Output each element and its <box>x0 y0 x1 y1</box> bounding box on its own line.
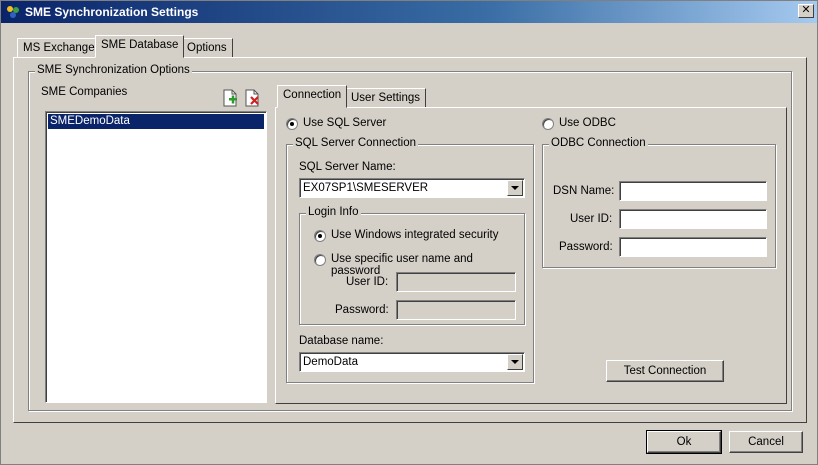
odbc-password-input[interactable] <box>619 237 767 257</box>
close-button[interactable]: ✕ <box>798 4 814 18</box>
ok-button[interactable]: Ok <box>646 430 722 454</box>
test-connection-label: Test Connection <box>623 365 707 377</box>
add-company-button[interactable] <box>221 89 239 107</box>
test-connection-button[interactable]: Test Connection <box>606 360 724 382</box>
use-odbc-label: Use ODBC <box>559 117 616 129</box>
sql-server-name-value: EX07SP1\SMESERVER <box>303 182 429 194</box>
tab-label: MS Exchange <box>23 42 95 54</box>
sql-connection-legend: SQL Server Connection <box>293 137 419 149</box>
companies-list[interactable]: SMEDemoData <box>45 111 267 403</box>
windows-auth-label: Use Windows integrated security <box>331 229 499 241</box>
chevron-down-icon[interactable] <box>507 354 523 370</box>
tab-label: User Settings <box>351 92 421 104</box>
window-title: SME Synchronization Settings <box>25 5 199 19</box>
tab-label: Connection <box>283 89 342 101</box>
odbc-connection-legend: ODBC Connection <box>549 137 648 149</box>
odbc-connection-group: ODBC Connection DSN Name: User ID: Passw… <box>542 137 776 268</box>
sme-database-panel: SME Synchronization Options SME Companie… <box>13 57 807 423</box>
odbc-password-label: Password: <box>559 241 613 253</box>
specific-auth-radio[interactable] <box>314 254 326 266</box>
chevron-down-icon[interactable] <box>507 180 523 196</box>
list-item[interactable]: SMEDemoData <box>48 114 264 129</box>
odbc-user-id-label: User ID: <box>570 213 613 225</box>
use-sql-label: Use SQL Server <box>303 117 387 129</box>
delete-company-button[interactable] <box>243 89 261 107</box>
user-id-input[interactable] <box>396 272 516 292</box>
use-sql-radio[interactable] <box>286 118 298 130</box>
database-name-value: DemoData <box>303 356 358 368</box>
close-icon: ✕ <box>801 4 811 16</box>
user-id-label: User ID: <box>346 276 389 288</box>
login-info-legend: Login Info <box>306 206 361 218</box>
connection-panel: Use SQL Server Use ODBC SQL Server Conne… <box>275 107 787 404</box>
companies-label: SME Companies <box>41 86 128 98</box>
settings-window: SME Synchronization Settings ✕ MS Exchan… <box>0 0 818 465</box>
tab-user-settings[interactable]: User Settings <box>345 88 427 108</box>
tab-label: SME Database <box>101 39 179 51</box>
ok-label: Ok <box>676 436 692 448</box>
tab-options[interactable]: Options <box>181 38 233 58</box>
tab-ms-exchange[interactable]: MS Exchange <box>17 38 101 58</box>
cancel-button[interactable]: Cancel <box>729 431 803 453</box>
title-bar: SME Synchronization Settings ✕ <box>1 1 817 23</box>
sql-server-name-label: SQL Server Name: <box>299 161 396 173</box>
app-icon <box>7 6 19 18</box>
password-input[interactable] <box>396 300 516 320</box>
odbc-user-id-input[interactable] <box>619 209 767 229</box>
delete-document-icon <box>245 89 259 107</box>
sql-connection-group: SQL Server Connection SQL Server Name: E… <box>286 137 534 383</box>
cancel-label: Cancel <box>748 436 784 448</box>
tab-connection[interactable]: Connection <box>277 85 348 108</box>
tab-sme-database[interactable]: SME Database <box>95 35 185 58</box>
login-info-group: Login Info Use Windows integrated securi… <box>299 206 525 325</box>
tab-label: Options <box>187 42 227 54</box>
dsn-name-label: DSN Name: <box>553 185 615 197</box>
dsn-name-input[interactable] <box>619 181 767 201</box>
sql-server-name-combo[interactable]: EX07SP1\SMESERVER <box>299 178 525 198</box>
database-name-label: Database name: <box>299 335 384 347</box>
password-label: Password: <box>335 304 389 316</box>
database-name-combo[interactable]: DemoData <box>299 352 525 372</box>
add-document-icon <box>223 89 237 107</box>
sync-options-legend: SME Synchronization Options <box>35 64 192 76</box>
windows-auth-radio[interactable] <box>314 230 326 242</box>
sync-options-group: SME Synchronization Options SME Companie… <box>28 64 792 411</box>
use-odbc-radio[interactable] <box>542 118 554 130</box>
